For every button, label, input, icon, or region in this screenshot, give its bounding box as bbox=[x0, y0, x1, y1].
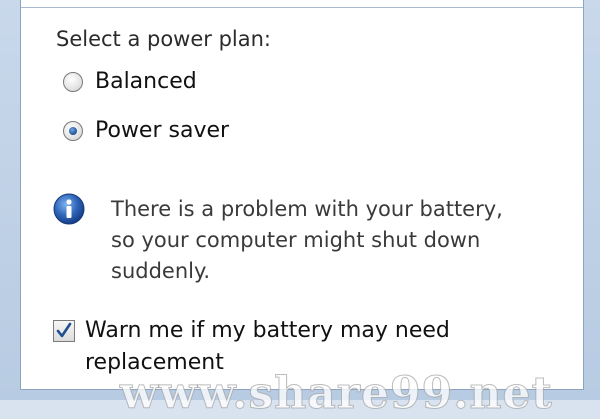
radio-power-saver[interactable]: Power saver bbox=[63, 118, 229, 143]
checkmark-icon bbox=[56, 322, 72, 338]
watermark-text: www.share99.net bbox=[120, 368, 553, 419]
radio-label-balanced[interactable]: Balanced bbox=[95, 69, 197, 94]
power-flyout-panel: Select a power plan: Balanced Power save… bbox=[20, 0, 584, 390]
radio-button-balanced[interactable] bbox=[63, 71, 83, 92]
info-line: suddenly. bbox=[111, 259, 211, 283]
battery-warning-message: There is a problem with your battery, so… bbox=[111, 194, 571, 287]
power-options-window: Select a power plan: Balanced Power save… bbox=[0, 0, 600, 419]
info-icon bbox=[53, 193, 85, 225]
radio-button-power-saver[interactable] bbox=[63, 120, 83, 141]
check-label-line: Warn me if my battery may need bbox=[85, 318, 450, 343]
info-line: so your computer might shut down bbox=[111, 228, 481, 252]
warn-replacement-checkbox[interactable] bbox=[53, 320, 75, 342]
radio-balanced[interactable]: Balanced bbox=[63, 69, 197, 94]
radio-label-power-saver[interactable]: Power saver bbox=[95, 118, 229, 143]
power-plan-heading: Select a power plan: bbox=[56, 27, 272, 51]
info-line: There is a problem with your battery, bbox=[111, 197, 503, 221]
top-separator bbox=[21, 7, 583, 8]
